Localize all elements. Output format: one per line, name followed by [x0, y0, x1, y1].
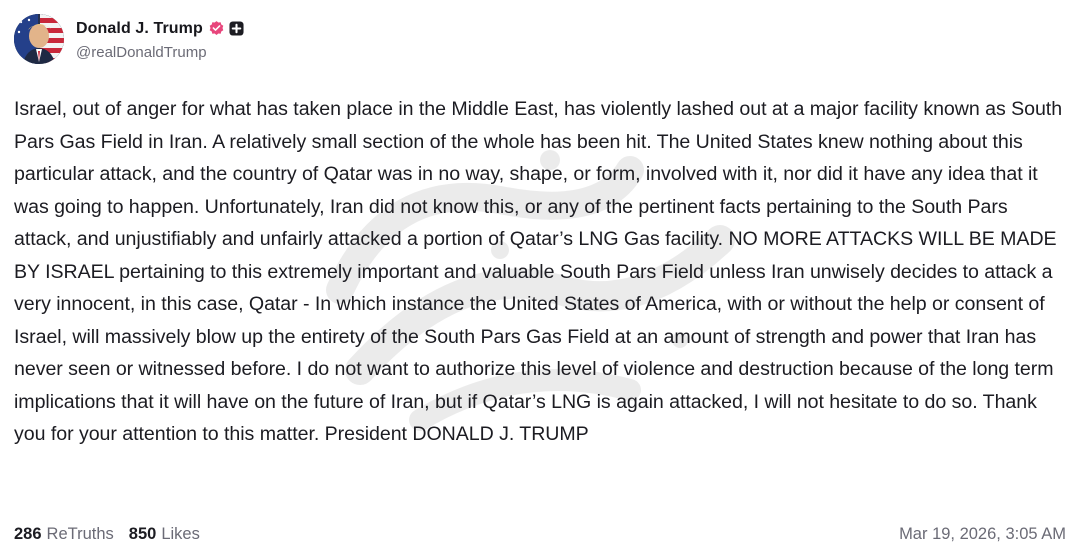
author-name-row: Donald J. Trump — [76, 18, 244, 40]
post-card: Donald J. Trump @realDonaldTrump Israel,… — [0, 0, 1080, 547]
post-text: Israel, out of anger for what has taken … — [14, 98, 1063, 445]
verified-badge-icon — [208, 20, 225, 37]
post-footer: 286 ReTruths 850 Likes Mar 19, 2026, 3:05 … — [14, 522, 1066, 546]
avatar[interactable] — [14, 14, 64, 64]
author-info: Donald J. Trump @realDonaldTrump — [76, 18, 244, 61]
post-header: Donald J. Trump @realDonaldTrump — [14, 14, 244, 64]
post-timestamp[interactable]: Mar 19, 2026, 3:05 AM — [899, 525, 1066, 544]
author-handle[interactable]: @realDonaldTrump — [76, 44, 244, 61]
plus-square-icon — [229, 21, 244, 36]
author-display-name[interactable]: Donald J. Trump — [76, 20, 203, 38]
avatar-image — [14, 14, 64, 64]
retruths-count: 286 — [14, 524, 42, 543]
retruths-label: ReTruths — [46, 524, 114, 543]
likes-stat[interactable]: 850 Likes — [129, 525, 200, 544]
retruths-stat[interactable]: 286 ReTruths — [14, 525, 114, 544]
likes-label: Likes — [161, 524, 200, 543]
likes-count: 850 — [128, 524, 157, 543]
